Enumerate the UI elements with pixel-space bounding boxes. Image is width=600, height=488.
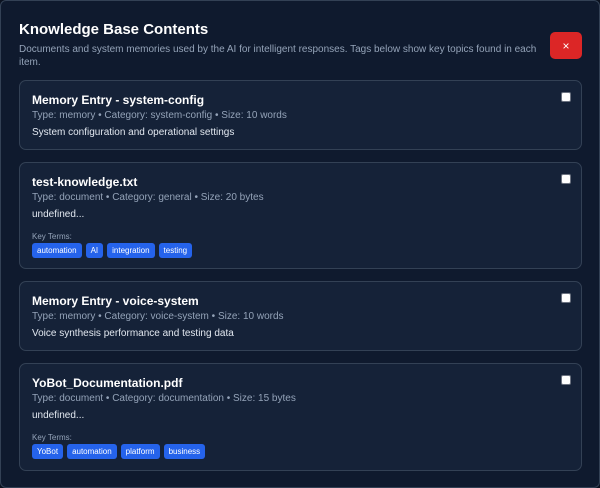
tag-badge: AI bbox=[85, 243, 104, 258]
tag-badge: YoBot bbox=[32, 444, 64, 459]
item-select-checkbox[interactable] bbox=[561, 174, 571, 184]
tag-badge: business bbox=[163, 444, 206, 459]
key-terms-label: Key Terms: bbox=[32, 433, 72, 442]
item-meta: Type: memory • Category: system-config •… bbox=[32, 110, 287, 121]
item-meta: Type: document • Category: documentation… bbox=[32, 393, 296, 404]
tag-badge: automation bbox=[32, 243, 82, 258]
item-description: Voice synthesis performance and testing … bbox=[32, 328, 234, 339]
knowledge-base-modal: Knowledge Base Contents Documents and sy… bbox=[0, 0, 600, 488]
modal-title: Knowledge Base Contents bbox=[19, 21, 209, 38]
kb-item-card: test-knowledge.txt Type: document • Cate… bbox=[19, 162, 582, 269]
kb-item-card: Memory Entry - system-config Type: memor… bbox=[19, 80, 582, 150]
modal-subtitle: Documents and system memories used by th… bbox=[19, 44, 537, 68]
tag-badge: testing bbox=[158, 243, 193, 258]
item-title: test-knowledge.txt bbox=[32, 175, 138, 189]
item-title: Memory Entry - voice-system bbox=[32, 294, 199, 308]
item-meta: Type: document • Category: general • Siz… bbox=[32, 192, 264, 203]
close-icon: × bbox=[562, 38, 570, 53]
tag-list: automation AI integration testing bbox=[32, 243, 193, 258]
item-select-checkbox[interactable] bbox=[561, 92, 571, 102]
tag-badge: integration bbox=[107, 243, 155, 258]
item-select-checkbox[interactable] bbox=[561, 293, 571, 303]
kb-item-card: Memory Entry - voice-system Type: memory… bbox=[19, 281, 582, 351]
close-button[interactable]: × bbox=[550, 32, 582, 59]
tag-badge: platform bbox=[120, 444, 160, 459]
item-description: undefined... bbox=[32, 209, 85, 220]
kb-item-card: YoBot_Documentation.pdf Type: document •… bbox=[19, 363, 582, 471]
item-select-checkbox[interactable] bbox=[561, 375, 571, 385]
tag-list: YoBot automation platform business bbox=[32, 444, 206, 459]
item-title: YoBot_Documentation.pdf bbox=[32, 376, 183, 390]
item-title: Memory Entry - system-config bbox=[32, 93, 205, 107]
tag-badge: automation bbox=[67, 444, 117, 459]
item-meta: Type: memory • Category: voice-system • … bbox=[32, 311, 284, 322]
key-terms-label: Key Terms: bbox=[32, 232, 72, 241]
item-description: undefined... bbox=[32, 410, 85, 421]
item-description: System configuration and operational set… bbox=[32, 127, 235, 138]
